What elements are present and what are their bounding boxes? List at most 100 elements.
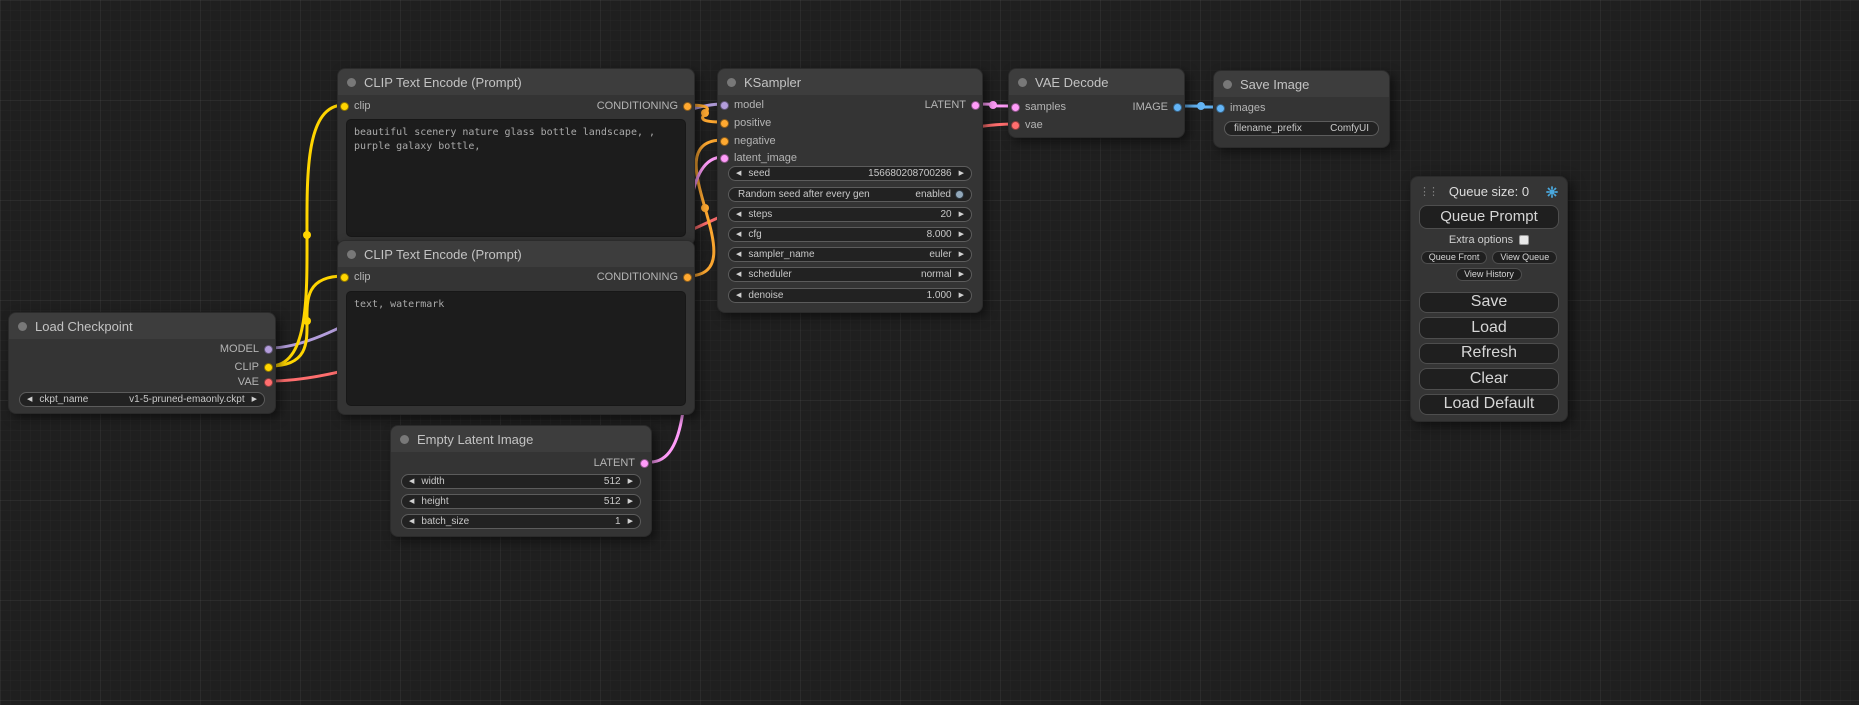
negative-input-port[interactable] xyxy=(720,137,729,146)
node-clip-text-encode-negative[interactable]: CLIP Text Encode (Prompt) clip CONDITION… xyxy=(337,240,695,415)
node-titlebar[interactable]: CLIP Text Encode (Prompt) xyxy=(338,241,694,267)
increment-arrow-icon[interactable]: ▶ xyxy=(959,211,964,218)
widget-value: 1.000 xyxy=(927,290,952,301)
increment-arrow-icon[interactable]: ▶ xyxy=(959,170,964,177)
ckpt-name-widget[interactable]: ◀ ckpt_name v1-5-pruned-emaonly.ckpt ▶ xyxy=(19,392,265,407)
node-titlebar[interactable]: Load Checkpoint xyxy=(9,313,275,339)
node-status-dot[interactable] xyxy=(1223,80,1232,89)
node-titlebar[interactable]: VAE Decode xyxy=(1009,69,1184,95)
conditioning-output-port[interactable] xyxy=(683,102,692,111)
decrement-arrow-icon[interactable]: ◀ xyxy=(409,478,414,485)
node-titlebar[interactable]: CLIP Text Encode (Prompt) xyxy=(338,69,694,95)
filename-prefix-widget[interactable]: filename_prefix ComfyUI xyxy=(1224,121,1379,136)
queue-menu-panel[interactable]: ⋮⋮ Queue size: 0 Queue Prompt Extra opti… xyxy=(1410,176,1568,422)
link-midpoint-dot[interactable] xyxy=(701,109,709,117)
node-empty-latent-image[interactable]: Empty Latent Image LATENT ◀ width 512 ▶ … xyxy=(390,425,652,537)
node-clip-text-encode-positive[interactable]: CLIP Text Encode (Prompt) clip CONDITION… xyxy=(337,68,695,246)
decrement-arrow-icon[interactable]: ◀ xyxy=(409,518,414,525)
extra-options-checkbox[interactable] xyxy=(1519,235,1529,245)
image-output-port[interactable] xyxy=(1173,103,1182,112)
samples-input-port[interactable] xyxy=(1011,103,1020,112)
clip-output-port[interactable] xyxy=(264,363,273,372)
toggle-dot[interactable] xyxy=(955,190,964,199)
widget-name: cfg xyxy=(748,229,761,240)
settings-gear-icon[interactable] xyxy=(1543,185,1559,199)
increment-arrow-icon[interactable]: ▶ xyxy=(959,292,964,299)
link-midpoint-dot[interactable] xyxy=(303,231,311,239)
refresh-button[interactable]: Refresh xyxy=(1419,343,1559,364)
node-titlebar[interactable]: KSampler xyxy=(718,69,982,95)
widget-value: 156680208700286 xyxy=(868,168,951,179)
decrement-arrow-icon[interactable]: ◀ xyxy=(736,211,741,218)
positive-input-port[interactable] xyxy=(720,119,729,128)
decrement-arrow-icon[interactable]: ◀ xyxy=(736,271,741,278)
denoise-widget[interactable]: ◀ denoise 1.000 ▶ xyxy=(728,288,972,303)
increment-arrow-icon[interactable]: ▶ xyxy=(628,498,633,505)
load-button[interactable]: Load xyxy=(1419,317,1559,338)
link-midpoint-dot[interactable] xyxy=(1197,102,1205,110)
increment-arrow-icon[interactable]: ▶ xyxy=(628,478,633,485)
link-midpoint-dot[interactable] xyxy=(701,204,709,212)
increment-arrow-icon[interactable]: ▶ xyxy=(959,251,964,258)
conditioning-output-port[interactable] xyxy=(683,273,692,282)
view-history-button[interactable]: View History xyxy=(1456,268,1522,281)
node-title: Empty Latent Image xyxy=(417,432,533,447)
link-midpoint-dot[interactable] xyxy=(303,317,311,325)
clip-input-port[interactable] xyxy=(340,273,349,282)
batch-size-widget[interactable]: ◀ batch_size 1 ▶ xyxy=(401,514,641,529)
images-input-port[interactable] xyxy=(1216,104,1225,113)
sampler-name-widget[interactable]: ◀ sampler_name euler ▶ xyxy=(728,247,972,262)
decrement-arrow-icon[interactable]: ◀ xyxy=(736,170,741,177)
load-default-button[interactable]: Load Default xyxy=(1419,394,1559,415)
decrement-arrow-icon[interactable]: ◀ xyxy=(409,498,414,505)
increment-arrow-icon[interactable]: ▶ xyxy=(959,231,964,238)
node-load-checkpoint[interactable]: Load Checkpoint MODEL CLIP VAE ◀ ckpt_na… xyxy=(8,312,276,414)
latent-output-port[interactable] xyxy=(640,459,649,468)
increment-arrow-icon[interactable]: ▶ xyxy=(959,271,964,278)
decrement-arrow-icon[interactable]: ◀ xyxy=(27,396,32,403)
width-widget[interactable]: ◀ width 512 ▶ xyxy=(401,474,641,489)
clear-button[interactable]: Clear xyxy=(1419,368,1559,389)
height-widget[interactable]: ◀ height 512 ▶ xyxy=(401,494,641,509)
clip-input-port[interactable] xyxy=(340,102,349,111)
increment-arrow-icon[interactable]: ▶ xyxy=(628,518,633,525)
decrement-arrow-icon[interactable]: ◀ xyxy=(736,231,741,238)
decrement-arrow-icon[interactable]: ◀ xyxy=(736,251,741,258)
node-status-dot[interactable] xyxy=(1018,78,1027,87)
cfg-widget[interactable]: ◀ cfg 8.000 ▶ xyxy=(728,227,972,242)
positive-prompt-text[interactable]: beautiful scenery nature glass bottle la… xyxy=(346,119,686,237)
queue-prompt-button[interactable]: Queue Prompt xyxy=(1419,205,1559,229)
widget-value: 512 xyxy=(604,496,621,507)
seed-widget[interactable]: ◀ seed 156680208700286 ▶ xyxy=(728,166,972,181)
vae-input-port[interactable] xyxy=(1011,121,1020,130)
vae-output-port[interactable] xyxy=(264,378,273,387)
random-seed-toggle-widget[interactable]: Random seed after every gen enabled xyxy=(728,187,972,202)
link-midpoint-dot[interactable] xyxy=(989,101,997,109)
node-vae-decode[interactable]: VAE Decode samples IMAGE vae xyxy=(1008,68,1185,138)
node-save-image[interactable]: Save Image images filename_prefix ComfyU… xyxy=(1213,70,1390,148)
queue-size-label: Queue size: 0 xyxy=(1435,184,1543,199)
node-status-dot[interactable] xyxy=(727,78,736,87)
increment-arrow-icon[interactable]: ▶ xyxy=(252,396,257,403)
widget-name: batch_size xyxy=(421,516,469,527)
node-status-dot[interactable] xyxy=(347,78,356,87)
node-titlebar[interactable]: Empty Latent Image xyxy=(391,426,651,452)
latent-output-port[interactable] xyxy=(971,101,980,110)
model-input-port[interactable] xyxy=(720,101,729,110)
decrement-arrow-icon[interactable]: ◀ xyxy=(736,292,741,299)
node-status-dot[interactable] xyxy=(400,435,409,444)
scheduler-widget[interactable]: ◀ scheduler normal ▶ xyxy=(728,267,972,282)
negative-prompt-text[interactable]: text, watermark xyxy=(346,291,686,406)
view-queue-button[interactable]: View Queue xyxy=(1492,251,1557,264)
model-output-port[interactable] xyxy=(264,345,273,354)
node-ksampler[interactable]: KSampler model LATENT positive negative … xyxy=(717,68,983,313)
extra-options-label: Extra options xyxy=(1449,234,1513,246)
drag-handle-icon[interactable]: ⋮⋮ xyxy=(1419,185,1435,198)
node-status-dot[interactable] xyxy=(347,250,356,259)
node-titlebar[interactable]: Save Image xyxy=(1214,71,1389,97)
queue-front-button[interactable]: Queue Front xyxy=(1421,251,1488,264)
save-button[interactable]: Save xyxy=(1419,292,1559,313)
latent-image-input-port[interactable] xyxy=(720,154,729,163)
node-status-dot[interactable] xyxy=(18,322,27,331)
steps-widget[interactable]: ◀ steps 20 ▶ xyxy=(728,207,972,222)
